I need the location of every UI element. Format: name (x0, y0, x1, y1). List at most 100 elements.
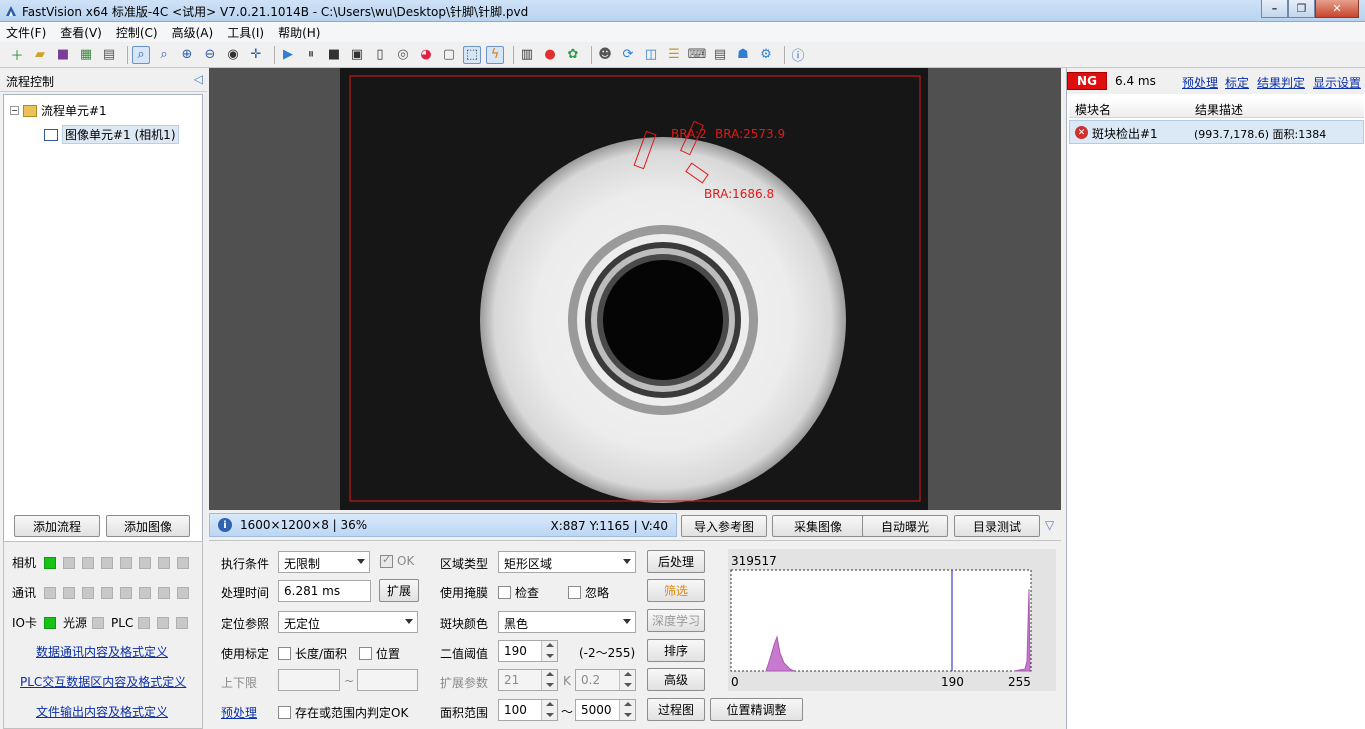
expand-button[interactable]: 扩展 (379, 579, 419, 602)
table-icon[interactable]: ▦ (77, 46, 95, 64)
location-ref-select[interactable]: 无定位 (278, 611, 418, 633)
location-icon[interactable]: ● (541, 46, 559, 64)
save-icon[interactable]: ■ (54, 46, 72, 64)
stop-icon[interactable]: ■ (325, 46, 343, 64)
menu-tools[interactable]: 工具(I) (227, 24, 264, 41)
area-min-spinner[interactable]: 100 (498, 699, 558, 721)
advanced-button[interactable]: 高级 (647, 668, 705, 691)
sort-button[interactable]: 排序 (647, 639, 705, 662)
refresh-icon[interactable]: ✿ (564, 46, 582, 64)
ext-k-spinner[interactable]: 0.2 (575, 669, 636, 691)
len-area-checkbox[interactable]: 长度/面积 (278, 645, 347, 662)
minimize-button[interactable]: – (1261, 0, 1288, 18)
lower-limit-field[interactable] (278, 669, 340, 691)
camera-file-icon[interactable]: ▯ (371, 46, 389, 64)
import-reference-button[interactable]: 导入参考图 (681, 515, 767, 537)
blob-color-select[interactable]: 黑色 (498, 611, 636, 633)
exist-in-range-checkbox[interactable]: 存在或范围内判定OK (278, 704, 408, 721)
add-image-button[interactable]: 添加图像 (106, 515, 190, 537)
close-button[interactable]: ✕ (1315, 0, 1359, 18)
window-icon[interactable]: ◫ (642, 46, 660, 64)
sync-icon[interactable]: ⟳ (619, 46, 637, 64)
directory-test-button[interactable]: 目录测试 (954, 515, 1040, 537)
fit-frame-icon[interactable]: ▣ (348, 46, 366, 64)
crosshair-icon[interactable]: ✛ (247, 46, 265, 64)
spin-up-icon[interactable] (541, 700, 557, 710)
calibration-link[interactable]: 标定 (1225, 74, 1249, 91)
camera-image[interactable]: BRA:2 BRA:2573.9 BRA:1686.8 (340, 68, 928, 510)
ext-param-spinner[interactable]: 21 (498, 669, 558, 691)
spin-down-icon[interactable] (541, 680, 557, 690)
preprocess-link[interactable]: 预处理 (221, 704, 257, 721)
filter-button[interactable]: 筛选 (647, 579, 705, 602)
tree-node-flow-unit[interactable]: − 流程单元#1 (10, 102, 107, 119)
mask-ignore-checkbox[interactable]: 忽略 (568, 584, 609, 601)
ok-checkbox[interactable]: OK (380, 553, 414, 568)
camera-icon[interactable]: ◎ (394, 46, 412, 64)
table-row[interactable]: ✕ 斑块检出#1 (993.7,178.6) 面积:1384 (1069, 120, 1364, 144)
add-flow-button[interactable]: 添加流程 (14, 515, 100, 537)
mouse-icon[interactable]: ▢ (440, 46, 458, 64)
deep-learning-button[interactable]: 深度学习 (647, 609, 705, 632)
print-icon[interactable]: ▤ (100, 46, 118, 64)
spin-up-icon[interactable] (619, 670, 635, 680)
position-fine-adjust-button[interactable]: 位置精调整 (710, 698, 803, 721)
area-max-spinner[interactable]: 5000 (575, 699, 636, 721)
menu-file[interactable]: 文件(F) (6, 24, 46, 41)
threshold-spinner[interactable]: 190 (498, 640, 558, 662)
upper-limit-field[interactable] (357, 669, 418, 691)
spin-down-icon[interactable] (619, 680, 635, 690)
display-settings-link[interactable]: 显示设置 (1313, 74, 1361, 91)
list-icon[interactable]: ☰ (665, 46, 683, 64)
result-judge-link[interactable]: 结果判定 (1257, 74, 1305, 91)
menu-help[interactable]: 帮助(H) (278, 24, 320, 41)
zoom-in-icon[interactable]: ⊕ (178, 46, 196, 64)
spin-down-icon[interactable] (541, 710, 557, 720)
spin-up-icon[interactable] (541, 670, 557, 680)
exec-condition-select[interactable]: 无限制 (278, 551, 370, 573)
menu-control[interactable]: 控制(C) (116, 24, 158, 41)
gear-icon[interactable]: ⚙ (757, 46, 775, 64)
new-icon[interactable]: ＋ (8, 46, 26, 64)
spin-up-icon[interactable] (541, 641, 557, 651)
zoom-fit-icon[interactable]: ⌕ (132, 45, 150, 64)
menu-view[interactable]: 查看(V) (60, 24, 102, 41)
postprocess-button[interactable]: 后处理 (647, 550, 705, 573)
position-checkbox[interactable]: 位置 (359, 645, 400, 662)
select-region-icon[interactable]: ⬚ (463, 45, 481, 64)
tree-node-image-unit[interactable]: 图像单元#1 (相机1) (44, 125, 179, 144)
keyboard-icon[interactable]: ⌨ (688, 46, 707, 64)
open-icon[interactable]: ▰ (31, 46, 49, 64)
plc-format-link[interactable]: PLC交互数据区内容及格式定义 (20, 673, 186, 690)
color-wheel-icon[interactable]: ◕ (417, 46, 435, 64)
spin-up-icon[interactable] (619, 700, 635, 710)
process-time-field[interactable]: 6.281 ms (278, 580, 371, 602)
comm-format-link[interactable]: 数据通讯内容及格式定义 (36, 643, 168, 660)
process-image-button[interactable]: 过程图 (647, 698, 705, 721)
zoom-search-icon[interactable]: ⌕ (155, 46, 173, 64)
menu-advanced[interactable]: 高级(A) (172, 24, 214, 41)
print2-icon[interactable]: ▤ (711, 46, 729, 64)
file-output-link[interactable]: 文件输出内容及格式定义 (36, 703, 168, 720)
zoom-out-icon[interactable]: ⊖ (201, 46, 219, 64)
info-icon[interactable]: ⓘ (789, 46, 807, 64)
mask-check-checkbox[interactable]: 检查 (498, 584, 539, 601)
users-icon[interactable]: ☻ (596, 46, 614, 64)
column-result-desc[interactable]: 结果描述 (1195, 101, 1243, 118)
spin-down-icon[interactable] (619, 710, 635, 720)
collapse-left-icon[interactable]: ◁ (194, 72, 203, 86)
io-icon[interactable]: ▥ (518, 46, 536, 64)
expand-down-icon[interactable]: ▽ (1045, 518, 1054, 532)
collapse-toggle-icon[interactable]: − (10, 106, 19, 115)
maximize-button[interactable]: ❐ (1288, 0, 1315, 18)
pause-icon[interactable]: ⏸ (302, 46, 320, 64)
auto-exposure-button[interactable]: 自动曝光 (862, 515, 948, 537)
image-view[interactable]: BRA:2 BRA:2573.9 BRA:1686.8 (209, 68, 1061, 510)
eye-icon[interactable]: ◉ (224, 46, 242, 64)
capture-image-button[interactable]: 采集图像 (772, 515, 864, 537)
flash-icon[interactable]: ϟ (486, 45, 504, 64)
column-module-name[interactable]: 模块名 (1075, 101, 1111, 118)
play-icon[interactable]: ▶ (279, 46, 297, 64)
preprocess-link[interactable]: 预处理 (1182, 74, 1218, 91)
robot-icon[interactable]: ☗ (734, 46, 752, 64)
